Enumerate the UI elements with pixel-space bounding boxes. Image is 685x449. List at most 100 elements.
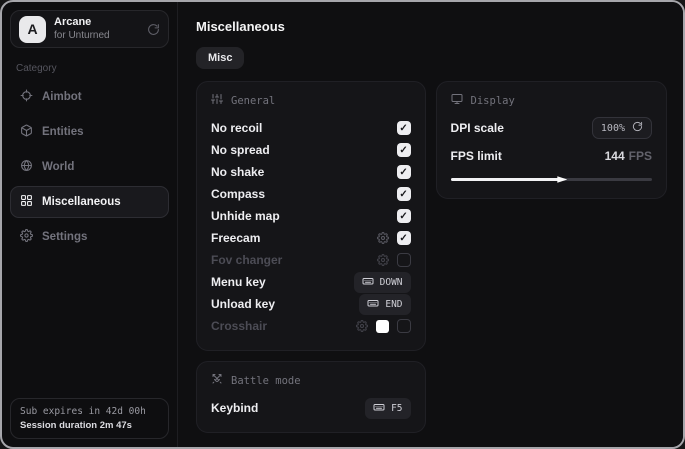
subscription-status-card: Sub expires in 42d 00h Session duration …: [10, 398, 169, 439]
sidebar-header-card[interactable]: A Arcane for Unturned: [10, 10, 169, 48]
globe-icon: [20, 159, 33, 175]
no-spread-checkbox[interactable]: [397, 143, 411, 157]
sidebar-item-label: World: [42, 161, 74, 173]
setting-label: No shake: [211, 165, 264, 179]
section-title: Display: [471, 95, 515, 107]
main-panel: Miscellaneous Misc General No recoil No …: [178, 2, 683, 447]
general-section: General No recoil No spread No shake: [196, 81, 426, 351]
setting-label: Unload key: [211, 297, 275, 311]
setting-row-keybind: Keybind F5: [211, 397, 411, 419]
sidebar-item-world[interactable]: World: [10, 151, 169, 183]
setting-row-no-recoil: No recoil: [211, 117, 411, 139]
battle-mode-section: Battle mode Keybind F5: [196, 361, 426, 433]
sidebar-item-aimbot[interactable]: Aimbot: [10, 81, 169, 113]
gear-icon: [20, 229, 33, 245]
crosshair-checkbox[interactable]: [397, 319, 411, 333]
app-title: Arcane: [54, 16, 110, 30]
fps-unit: FPS: [629, 149, 652, 163]
no-shake-checkbox[interactable]: [397, 165, 411, 179]
setting-label: Keybind: [211, 401, 258, 415]
swords-icon: [211, 373, 223, 388]
sidebar-item-label: Entities: [42, 126, 84, 138]
crosshair-icon: [20, 89, 33, 105]
right-column: Display DPI scale 100% FPS limit: [436, 81, 667, 199]
setting-row-dpi-scale: DPI scale 100%: [451, 117, 652, 139]
app-subtitle: for Unturned: [54, 30, 110, 43]
fov-settings-gear-icon[interactable]: [377, 254, 389, 266]
setting-label: Freecam: [211, 231, 260, 245]
menu-keybind-button[interactable]: DOWN: [354, 272, 411, 293]
avatar: A: [19, 16, 46, 43]
setting-row-unhide-map: Unhide map: [211, 205, 411, 227]
setting-label: DPI scale: [451, 121, 504, 135]
keyboard-icon: [373, 401, 385, 416]
monitor-icon: [451, 93, 463, 108]
sidebar-item-label: Aimbot: [42, 91, 82, 103]
setting-label: No spread: [211, 143, 270, 157]
setting-label: No recoil: [211, 121, 262, 135]
session-duration-text: Session duration 2m 47s: [20, 420, 159, 431]
keyboard-icon: [362, 275, 374, 290]
setting-label: Unhide map: [211, 209, 280, 223]
unhide-map-checkbox[interactable]: [397, 209, 411, 223]
section-title: General: [231, 95, 275, 107]
page-title: Miscellaneous: [196, 19, 667, 34]
battle-keybind-button[interactable]: F5: [365, 398, 410, 419]
setting-label: Menu key: [211, 275, 266, 289]
display-section: Display DPI scale 100% FPS limit: [436, 81, 667, 199]
fps-number: 144: [605, 149, 625, 163]
refresh-icon[interactable]: [632, 121, 643, 135]
sidebar-item-settings[interactable]: Settings: [10, 221, 169, 253]
fps-limit-slider[interactable]: [451, 173, 652, 185]
crosshair-color-swatch[interactable]: [376, 320, 389, 333]
fov-changer-checkbox[interactable]: [397, 253, 411, 267]
dpi-scale-button[interactable]: 100%: [592, 117, 652, 139]
sub-expires-text: Sub expires in 42d 00h: [20, 406, 159, 417]
keybind-value: F5: [391, 403, 402, 414]
keybind-value: END: [385, 299, 402, 310]
section-title: Battle mode: [231, 375, 301, 387]
no-recoil-checkbox[interactable]: [397, 121, 411, 135]
setting-row-compass: Compass: [211, 183, 411, 205]
tab-misc[interactable]: Misc: [196, 47, 244, 69]
sync-icon[interactable]: [147, 23, 160, 36]
compass-checkbox[interactable]: [397, 187, 411, 201]
keybind-value: DOWN: [380, 277, 403, 288]
setting-row-no-spread: No spread: [211, 139, 411, 161]
sidebar-item-label: Settings: [42, 231, 87, 243]
sidebar-nav: Aimbot Entities World Miscellaneous Sett…: [10, 81, 169, 253]
category-label: Category: [16, 63, 163, 74]
setting-row-crosshair: Crosshair: [211, 315, 411, 337]
setting-label: Compass: [211, 187, 265, 201]
setting-label: Fov changer: [211, 253, 282, 267]
grid-icon: [20, 194, 33, 210]
battle-mode-section-header: Battle mode: [211, 373, 411, 388]
crosshair-settings-gear-icon[interactable]: [356, 320, 368, 332]
sidebar-item-entities[interactable]: Entities: [10, 116, 169, 148]
setting-label: FPS limit: [451, 149, 502, 163]
app-identity: Arcane for Unturned: [54, 16, 110, 42]
setting-row-freecam: Freecam: [211, 227, 411, 249]
sliders-icon: [211, 93, 223, 108]
general-section-header: General: [211, 93, 411, 108]
dpi-value: 100%: [601, 123, 625, 134]
setting-row-fov-changer: Fov changer: [211, 249, 411, 271]
freecam-settings-gear-icon[interactable]: [377, 232, 389, 244]
sidebar: A Arcane for Unturned Category Aimbot En…: [2, 2, 178, 447]
fps-limit-value: 144 FPS: [605, 147, 652, 165]
sidebar-item-label: Miscellaneous: [42, 196, 121, 208]
setting-row-menu-key: Menu key DOWN: [211, 271, 411, 293]
setting-label: Crosshair: [211, 319, 267, 333]
display-section-header: Display: [451, 93, 652, 108]
setting-row-fps-limit: FPS limit 144 FPS: [451, 145, 652, 167]
box-icon: [20, 124, 33, 140]
setting-row-unload-key: Unload key END: [211, 293, 411, 315]
fps-slider-thumb[interactable]: [557, 175, 567, 185]
keyboard-icon: [367, 297, 379, 312]
unload-keybind-button[interactable]: END: [359, 294, 410, 315]
app-window: A Arcane for Unturned Category Aimbot En…: [0, 0, 685, 449]
content-columns: General No recoil No spread No shake: [196, 81, 667, 433]
sidebar-item-miscellaneous[interactable]: Miscellaneous: [10, 186, 169, 218]
setting-row-no-shake: No shake: [211, 161, 411, 183]
freecam-checkbox[interactable]: [397, 231, 411, 245]
